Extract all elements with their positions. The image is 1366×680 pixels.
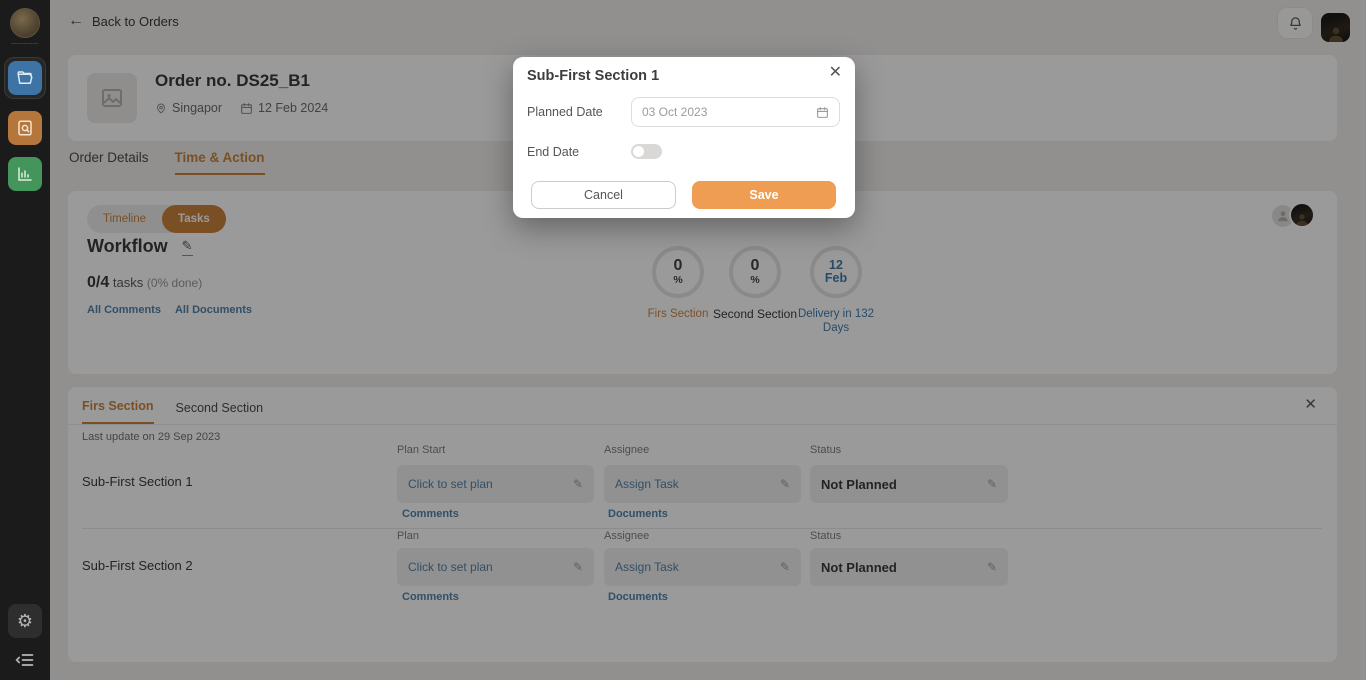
sidebar-item-menu[interactable]	[15, 652, 35, 668]
left-sidebar: —————	[0, 0, 50, 680]
planned-date-value: 03 Oct 2023	[642, 105, 707, 119]
sidebar-item-reports[interactable]	[8, 157, 42, 191]
app-logo: —————	[10, 8, 40, 47]
logo-caption: —————	[11, 41, 39, 47]
sidebar-item-settings[interactable]: ⚙	[8, 604, 42, 638]
end-date-label: End Date	[527, 145, 579, 159]
clipboard-search-icon	[16, 119, 34, 137]
dialog-title: Sub-First Section 1	[527, 68, 659, 84]
sidebar-item-orders-active	[4, 57, 46, 99]
planned-date-input[interactable]: 03 Oct 2023	[631, 97, 840, 127]
sidebar-item-orders[interactable]	[8, 61, 42, 95]
bar-chart-icon	[16, 165, 34, 183]
toggle-knob	[633, 146, 644, 157]
folder-icon	[16, 69, 34, 87]
save-button[interactable]: Save	[692, 181, 836, 209]
end-date-toggle[interactable]	[631, 144, 662, 159]
sidebar-item-inspections[interactable]	[8, 111, 42, 145]
calendar-icon[interactable]	[816, 106, 829, 119]
menu-icon	[15, 652, 35, 668]
planned-date-dialog: Sub-First Section 1 ✕ Planned Date 03 Oc…	[513, 57, 855, 218]
gear-icon: ⚙	[17, 611, 33, 632]
planned-date-label: Planned Date	[527, 105, 603, 119]
cancel-button[interactable]: Cancel	[531, 181, 676, 209]
logo-emblem-icon	[10, 8, 40, 38]
close-icon[interactable]: ✕	[829, 62, 842, 82]
